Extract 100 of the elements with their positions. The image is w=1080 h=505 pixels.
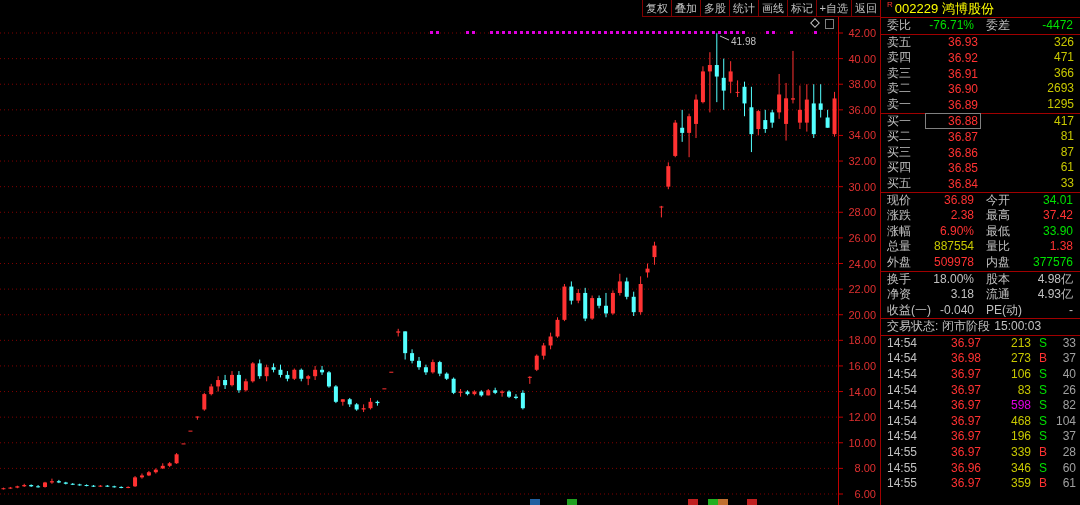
trade-time: 14:54	[886, 398, 919, 414]
price-value: 36.85	[946, 160, 979, 177]
candlestick	[742, 81, 747, 117]
trade-volume: 213	[1009, 335, 1031, 352]
field-label: 现价	[886, 192, 912, 209]
trade-volume: 106	[1009, 367, 1031, 383]
toolbar-button[interactable]: 画线	[757, 0, 787, 16]
event-tag-icon[interactable]	[567, 499, 577, 505]
field-value: 3.18	[949, 287, 975, 303]
trade-time: 14:54	[886, 429, 919, 446]
candlestick	[139, 473, 144, 480]
event-tag-icon[interactable]	[747, 499, 757, 505]
field-label: 流通	[985, 287, 1011, 303]
axis-label: 20.00	[848, 308, 876, 321]
trade-time: 14:54	[886, 413, 919, 430]
axis-label: 18.00	[848, 334, 876, 347]
candlestick	[617, 273, 622, 297]
field-label: 买一	[886, 113, 912, 130]
field-value: 2.38	[949, 208, 975, 224]
axis-label: 12.00	[848, 411, 876, 424]
axis-label: 6.00	[854, 488, 876, 500]
axis-label: 22.00	[848, 283, 876, 296]
candlestick	[590, 295, 595, 321]
toolbar-button[interactable]: 标记	[786, 0, 816, 16]
trade-side: B	[1038, 351, 1048, 368]
trade-count: 26	[1061, 382, 1077, 399]
price-value: 36.93	[946, 34, 979, 51]
trade-volume: 196	[1009, 429, 1031, 446]
volume-value: 1295	[1046, 96, 1075, 113]
trade-volume: 598	[1009, 398, 1031, 414]
axis-label: 26.00	[848, 231, 876, 244]
toolbar-button[interactable]: 多股	[699, 0, 729, 16]
trade-time: 14:54	[886, 367, 919, 383]
candlestick	[728, 60, 733, 94]
field-value: 6.90%	[938, 223, 975, 240]
field-label: 委比	[886, 18, 912, 34]
trade-time: 14:54	[886, 382, 919, 399]
candlestick	[555, 316, 560, 339]
price-value: 36.87	[946, 128, 979, 145]
panel-toggle-icon[interactable]	[825, 19, 834, 29]
axis-label: 8.00	[854, 462, 876, 475]
trade-volume: 346	[1009, 460, 1031, 477]
field-label: 卖三	[886, 65, 912, 82]
price-value: 36.84	[946, 175, 979, 192]
trade-price: 36.97	[949, 398, 981, 414]
trade-price: 36.98	[949, 351, 981, 368]
field-value: 36.89	[942, 192, 975, 209]
trade-count: 37	[1061, 429, 1077, 446]
trade-side: S	[1038, 429, 1048, 446]
trade-side: B	[1038, 476, 1048, 492]
toolbar-button[interactable]: +自选	[815, 0, 851, 16]
field-label: 收益(一)	[886, 302, 932, 319]
candlestick	[804, 83, 809, 133]
candlestick	[610, 289, 615, 316]
status-label: 交易状态:	[887, 319, 939, 335]
trade-volume: 273	[1009, 351, 1031, 368]
field-label: 卖五	[886, 34, 912, 51]
candlestick	[624, 277, 629, 300]
candlestick	[250, 361, 255, 384]
trade-price: 36.97	[949, 476, 981, 492]
price-value: 36.92	[946, 50, 979, 66]
candlestick	[423, 364, 428, 376]
toolbar-button[interactable]: 复权	[641, 0, 671, 16]
field-value: -76.71%	[928, 18, 975, 34]
candlestick	[236, 370, 241, 394]
field-label: 买二	[886, 129, 912, 145]
field-label: 内盘	[985, 254, 1011, 271]
volume-value: 87	[1059, 144, 1075, 161]
trade-side: S	[1038, 398, 1048, 414]
volume-value: 326	[1052, 34, 1075, 51]
event-tag-icon[interactable]	[530, 499, 540, 505]
candlestick	[257, 359, 262, 380]
trade-volume: 83	[1016, 382, 1031, 399]
candlestick	[687, 113, 692, 158]
field-value: 1.38	[1048, 239, 1074, 255]
trade-price: 36.97	[949, 335, 981, 352]
toolbar-button[interactable]: 统计	[728, 0, 758, 16]
field-label: 卖一	[886, 96, 912, 113]
trade-time: 14:54	[886, 351, 919, 368]
volume-value: 61	[1059, 160, 1075, 176]
trade-side: S	[1038, 382, 1048, 399]
field-label: 今开	[985, 192, 1011, 209]
trade-time: 14:55	[886, 460, 919, 477]
trade-count: 33	[1061, 335, 1077, 352]
candlestick	[680, 109, 685, 143]
trade-time: 14:55	[886, 445, 919, 461]
field-value: -	[1068, 302, 1074, 319]
candlestick	[666, 161, 671, 190]
candlestick	[417, 356, 421, 371]
price-value: 36.91	[946, 65, 979, 82]
diamond-icon[interactable]	[810, 18, 820, 28]
candlestick	[569, 280, 574, 305]
trade-side: S	[1038, 413, 1048, 430]
field-label: 最低	[985, 223, 1011, 240]
candlestick	[818, 83, 823, 119]
candlestick	[777, 73, 782, 120]
stock-title: 002229 鸿博股份	[894, 0, 994, 17]
trade-volume: 468	[1009, 413, 1031, 430]
candlestick	[797, 85, 802, 130]
trade-price: 36.97	[949, 413, 981, 430]
